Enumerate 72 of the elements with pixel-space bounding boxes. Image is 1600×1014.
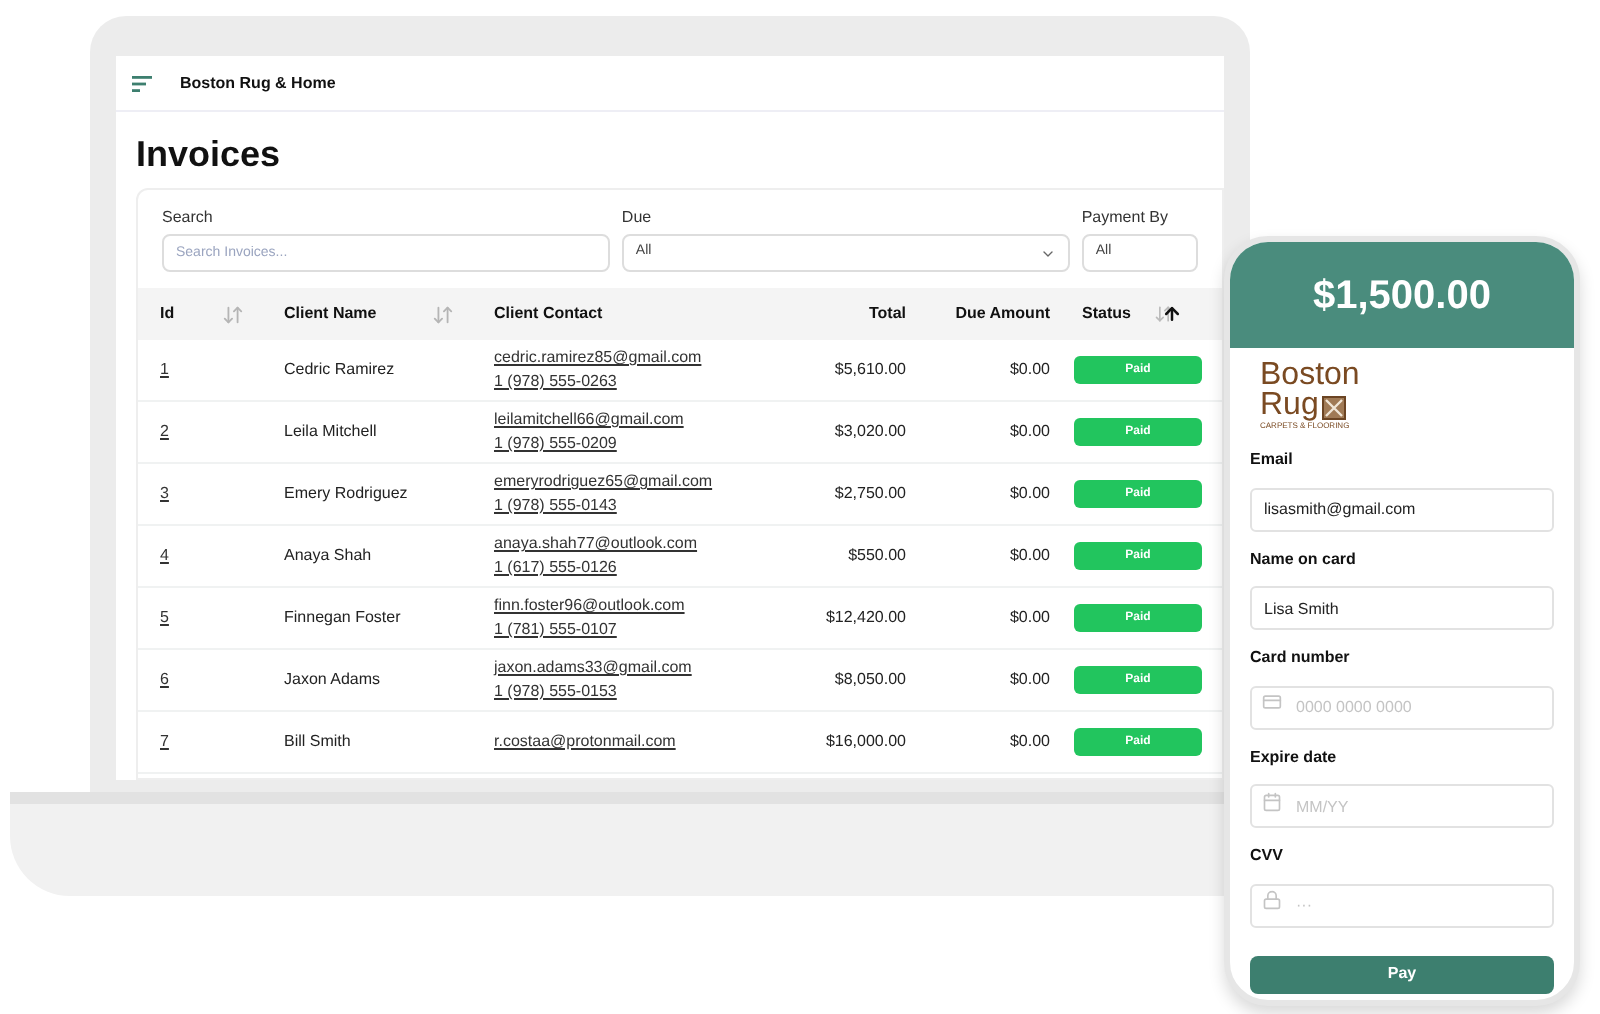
- calendar-icon: [1262, 791, 1282, 811]
- total-amount: $2,750.00: [832, 482, 906, 506]
- total-amount: $12,420.00: [823, 606, 906, 630]
- client-name: Finnegan Foster: [284, 606, 403, 630]
- field-label: Expire date: [1250, 745, 1339, 769]
- client-name: Emery Rodriguez: [284, 482, 410, 506]
- column-header: Status: [1080, 302, 1131, 326]
- total-amount: $5,610.00: [832, 358, 906, 382]
- payment-amount: $1,500.00: [1313, 271, 1491, 321]
- email-link[interactable]: jaxon.adams33@gmail.com: [494, 656, 794, 680]
- phone-link[interactable]: 1 (781) 555-0107: [494, 618, 794, 642]
- phone-link[interactable]: 1 (617) 555-0126: [494, 556, 794, 580]
- invoice-id-link[interactable]: 5: [160, 606, 284, 630]
- rug-icon: [1322, 396, 1347, 420]
- due-amount: $0.00: [1007, 606, 1050, 630]
- phone-link[interactable]: 1 (978) 555-0153: [494, 680, 794, 704]
- invoice-id-link[interactable]: 3: [160, 482, 284, 506]
- total-amount: $16,000.00: [823, 730, 906, 754]
- due-amount: $0.00: [1007, 358, 1050, 382]
- field-label: Email: [1250, 448, 1295, 472]
- column-header: Id: [160, 302, 175, 326]
- sort-ascending-icon[interactable]: [1154, 304, 1182, 324]
- credit-card-icon: [1262, 692, 1282, 712]
- due-amount: $0.00: [1007, 668, 1050, 692]
- input-field[interactable]: MM/YY: [1250, 784, 1554, 828]
- column-header: Client Contact: [494, 302, 603, 326]
- column-header: Due Amount: [955, 302, 1050, 326]
- field-label: Card number: [1250, 646, 1352, 670]
- input-field[interactable]: Lisa Smith: [1250, 586, 1554, 630]
- total-amount: $8,050.00: [832, 668, 906, 692]
- phone-link[interactable]: 1 (978) 555-0143: [494, 494, 794, 518]
- client-name: Cedric Ramirez: [284, 358, 397, 382]
- input-field[interactable]: lisasmith@gmail.com: [1250, 487, 1554, 531]
- email-link[interactable]: anaya.shah77@outlook.com: [494, 532, 794, 556]
- due-amount: $0.00: [1007, 420, 1050, 444]
- total-amount: $3,020.00: [832, 420, 906, 444]
- total-amount: $550.00: [846, 544, 906, 568]
- client-name: Bill Smith: [284, 730, 353, 754]
- app-title: Boston Rug & Home: [180, 71, 336, 95]
- due-amount: $0.00: [1007, 730, 1050, 754]
- invoice-id-link[interactable]: 1: [160, 358, 284, 382]
- lock-icon: [1262, 890, 1282, 910]
- client-name: Leila Mitchell: [284, 420, 379, 444]
- filter-label: Payment By: [1081, 206, 1170, 230]
- input-field[interactable]: 0000 0000 0000: [1250, 685, 1554, 729]
- field-label: CVV: [1250, 844, 1285, 868]
- phone-link[interactable]: 1 (978) 555-0209: [494, 432, 794, 456]
- email-link[interactable]: leilamitchell66@gmail.com: [494, 408, 794, 432]
- input-field[interactable]: ···: [1250, 883, 1554, 927]
- menu-icon[interactable]: [132, 75, 152, 91]
- client-name: Anaya Shah: [284, 544, 374, 568]
- email-link[interactable]: r.costaa@protonmail.com: [494, 730, 794, 754]
- logo-text: Rug: [1260, 390, 1319, 420]
- column-header: Client Name: [284, 302, 377, 326]
- phone-link[interactable]: 1 (978) 555-0263: [494, 370, 794, 394]
- email-link[interactable]: emeryrodriguez65@gmail.com: [494, 470, 794, 494]
- invoice-id-link[interactable]: 2: [160, 420, 284, 444]
- filter-label: Search: [162, 206, 215, 230]
- due-amount: $0.00: [1007, 544, 1050, 568]
- due-amount: $0.00: [1007, 482, 1050, 506]
- email-link[interactable]: cedric.ramirez85@gmail.com: [494, 346, 794, 370]
- page-title: Invoices: [136, 132, 283, 176]
- invoice-id-link[interactable]: 4: [160, 544, 284, 568]
- filter-label: Due: [621, 206, 654, 230]
- client-name: Jaxon Adams: [284, 668, 383, 692]
- logo-text: Boston: [1260, 360, 1362, 390]
- invoice-id-link[interactable]: 7: [160, 730, 284, 754]
- pay-button[interactable]: Pay: [1250, 955, 1554, 993]
- invoice-id-link[interactable]: 6: [160, 668, 284, 692]
- email-link[interactable]: finn.foster96@outlook.com: [494, 594, 794, 618]
- field-label: Name on card: [1250, 547, 1358, 571]
- column-header: Total: [868, 302, 906, 326]
